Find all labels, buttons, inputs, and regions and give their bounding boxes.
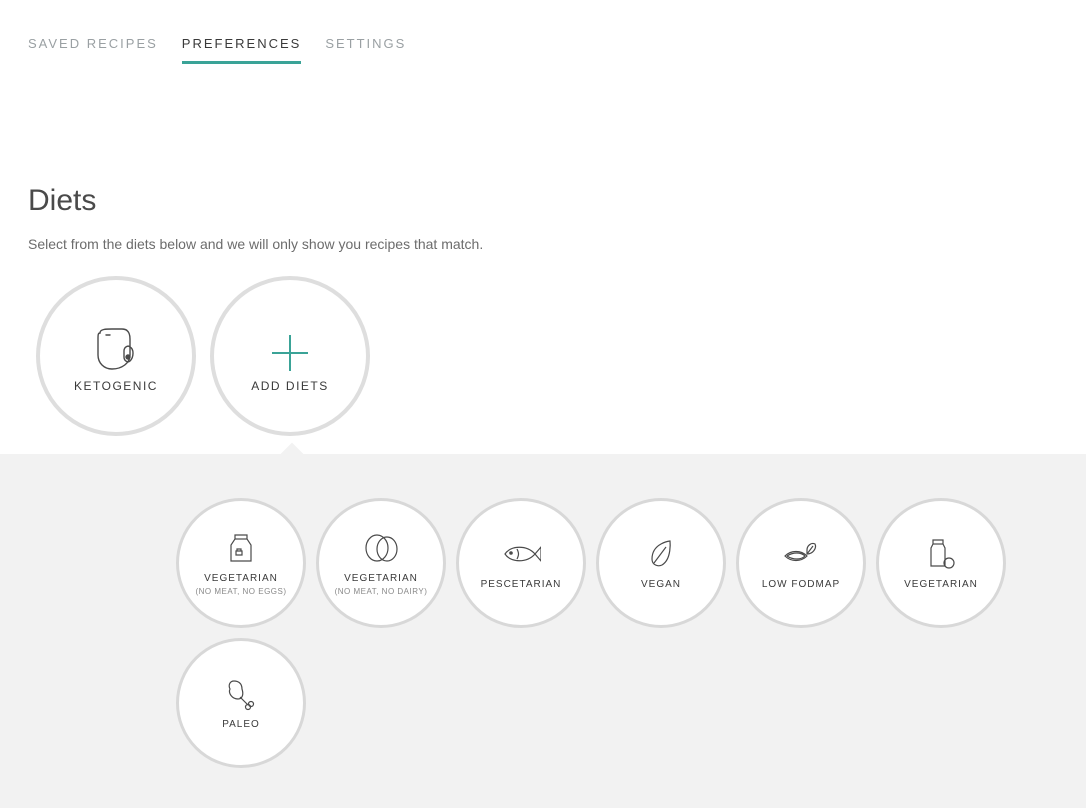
- tab-preferences[interactable]: PREFERENCES: [182, 36, 302, 64]
- tab-settings[interactable]: SETTINGS: [325, 36, 406, 64]
- tabs: SAVED RECIPES PREFERENCES SETTINGS: [0, 0, 1086, 64]
- option-label: VEGETARIAN: [904, 578, 978, 591]
- diet-option-pescetarian[interactable]: PESCETARIAN: [456, 498, 586, 628]
- diet-option-low-fodmap[interactable]: LOW FODMAP: [736, 498, 866, 628]
- option-label: VEGAN: [641, 578, 681, 591]
- option-label: PALEO: [222, 718, 260, 731]
- option-label: VEGETARIAN: [344, 572, 418, 585]
- add-diets-button[interactable]: ADD DIETS: [210, 276, 370, 436]
- grain-icon: [781, 536, 821, 572]
- add-diets-label: ADD DIETS: [251, 379, 329, 393]
- diet-options-grid: VEGETARIAN (NO MEAT, NO EGGS) VEGETARIAN…: [176, 498, 1056, 768]
- tab-saved-recipes[interactable]: SAVED RECIPES: [28, 36, 158, 64]
- section-title: Diets: [28, 184, 1058, 218]
- dairy-icon: [925, 536, 957, 572]
- option-sublabel: (NO MEAT, NO DAIRY): [335, 587, 428, 596]
- diet-option-vegetarian[interactable]: VEGETARIAN: [876, 498, 1006, 628]
- diet-options-panel: VEGETARIAN (NO MEAT, NO EGGS) VEGETARIAN…: [0, 454, 1086, 808]
- diet-chip-label: KETOGENIC: [74, 379, 158, 393]
- keto-icon: [92, 319, 140, 371]
- option-sublabel: (NO MEAT, NO EGGS): [195, 587, 286, 596]
- diet-chip-ketogenic[interactable]: KETOGENIC: [36, 276, 196, 436]
- egg-icon: [363, 530, 399, 566]
- option-label: PESCETARIAN: [481, 578, 562, 591]
- diets-section: Diets Select from the diets below and we…: [0, 64, 1086, 436]
- leaf-icon: [646, 536, 676, 572]
- option-label: VEGETARIAN: [204, 572, 278, 585]
- selected-diets-row: KETOGENIC ADD DIETS: [28, 276, 1058, 436]
- fish-icon: [501, 536, 541, 572]
- milk-icon: [227, 530, 255, 566]
- meat-icon: [224, 676, 258, 712]
- diet-option-paleo[interactable]: PALEO: [176, 638, 306, 768]
- diet-option-vegetarian-no-dairy[interactable]: VEGETARIAN (NO MEAT, NO DAIRY): [316, 498, 446, 628]
- diet-option-vegan[interactable]: VEGAN: [596, 498, 726, 628]
- section-subtitle: Select from the diets below and we will …: [28, 236, 1058, 252]
- diet-option-vegetarian-no-eggs[interactable]: VEGETARIAN (NO MEAT, NO EGGS): [176, 498, 306, 628]
- plus-icon: [272, 319, 308, 371]
- option-label: LOW FODMAP: [762, 578, 840, 591]
